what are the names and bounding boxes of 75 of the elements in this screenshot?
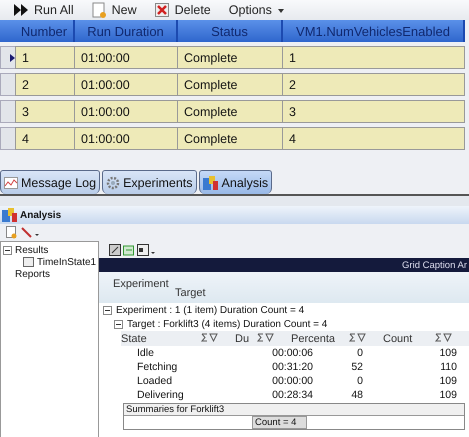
group-row: Experiment : 1 (1 item) Duration Count = 4 [116,304,304,316]
column-header[interactable]: Du [235,332,257,344]
table-cell-text: 52 [350,361,363,373]
table-cell-text: Loaded [137,375,174,387]
table-cell: Complete [178,73,283,96]
toolbar-button[interactable]: New [90,1,139,19]
table-cell: 01:00:00 [75,100,178,123]
sum-filter-icon[interactable] [201,332,219,342]
table-cell: 01:00:00 [75,46,178,69]
table-cell: Complete [178,100,283,123]
expander-icon[interactable] [3,246,12,254]
table-cell: 1 [15,46,75,69]
sum-filter-icon[interactable] [349,332,367,342]
table-cell: 4 [283,127,465,150]
table-cell: Complete [178,46,283,69]
bar-chart-icon [202,176,219,190]
report-icon [109,244,121,256]
tab[interactable]: Experiments [102,170,197,194]
expander-icon[interactable] [114,320,123,328]
export-icon [123,244,135,256]
table-cell: 3 [15,100,75,123]
grid-caption: Grid Caption Ar [99,258,469,272]
table-cell-text: 0 [356,375,363,387]
new-document-icon [6,226,17,239]
table-node-icon [23,257,34,267]
fast-forward-icon [14,4,28,16]
table-cell-text: Fetching [137,361,178,373]
table-cell-text: 00:28:34 [271,389,313,401]
new-document-icon [92,2,106,18]
table-cell-text: 00:31:20 [271,361,313,373]
summary-value: Count = 4 [252,416,308,429]
table-cell: Complete [178,127,283,150]
column-header[interactable]: Percenta [291,332,349,344]
header-corner [0,20,15,42]
expander-icon[interactable] [103,306,112,314]
panel-title: Analysis [20,210,62,220]
table-cell-text: 109 [438,389,457,401]
table-cell: 1 [283,46,465,69]
line-chart-icon [4,176,18,188]
delete-icon [154,3,169,17]
table-cell-text: 48 [350,389,363,401]
sum-filter-icon[interactable] [435,332,453,342]
panel-icon [137,244,155,256]
table-cell-text: 0 [356,347,363,359]
table-cell: 4 [15,127,75,150]
table-cell: 3 [283,100,465,123]
gear-icon [106,176,120,190]
group-by-field[interactable]: Experiment [113,278,169,290]
table-cell-text: 109 [438,347,457,359]
table-cell-text: 00:00:06 [271,347,313,359]
table-cell: 2 [15,73,75,96]
sum-filter-icon[interactable] [257,332,275,342]
toolbar-button[interactable]: Delete [152,2,213,18]
group-row: Target : Forklift3 (4 items) Duration Count = 4 [127,318,328,330]
tree-item[interactable]: Results [15,244,48,256]
bar-chart-icon [2,208,18,222]
column-header[interactable]: State [121,332,201,344]
tab[interactable]: Message Log [0,170,100,194]
toolbar-button[interactable]: Run All [12,2,76,18]
table-cell: 01:00:00 [75,127,178,150]
row-selector[interactable] [0,46,15,69]
table-cell-text: Idle [137,347,155,359]
table-cell-text: 110 [439,361,457,373]
table-cell: 01:00:00 [75,73,178,96]
column-header[interactable]: Count [383,332,435,344]
table-cell-text: 109 [438,375,457,387]
group-by-field[interactable]: Target [175,287,206,299]
summary-title: Summaries for Forklift3 [124,404,464,416]
tree-item[interactable]: Reports [15,268,50,280]
table-cell-text: Delivering [137,389,185,401]
toolbar-button[interactable]: Options [226,2,286,18]
table-cell: 2 [283,73,465,96]
table-cell-text: 00:00:00 [271,375,313,387]
tree-item[interactable]: TimeInState1 [37,256,96,268]
tab[interactable]: Analysis [198,170,272,194]
